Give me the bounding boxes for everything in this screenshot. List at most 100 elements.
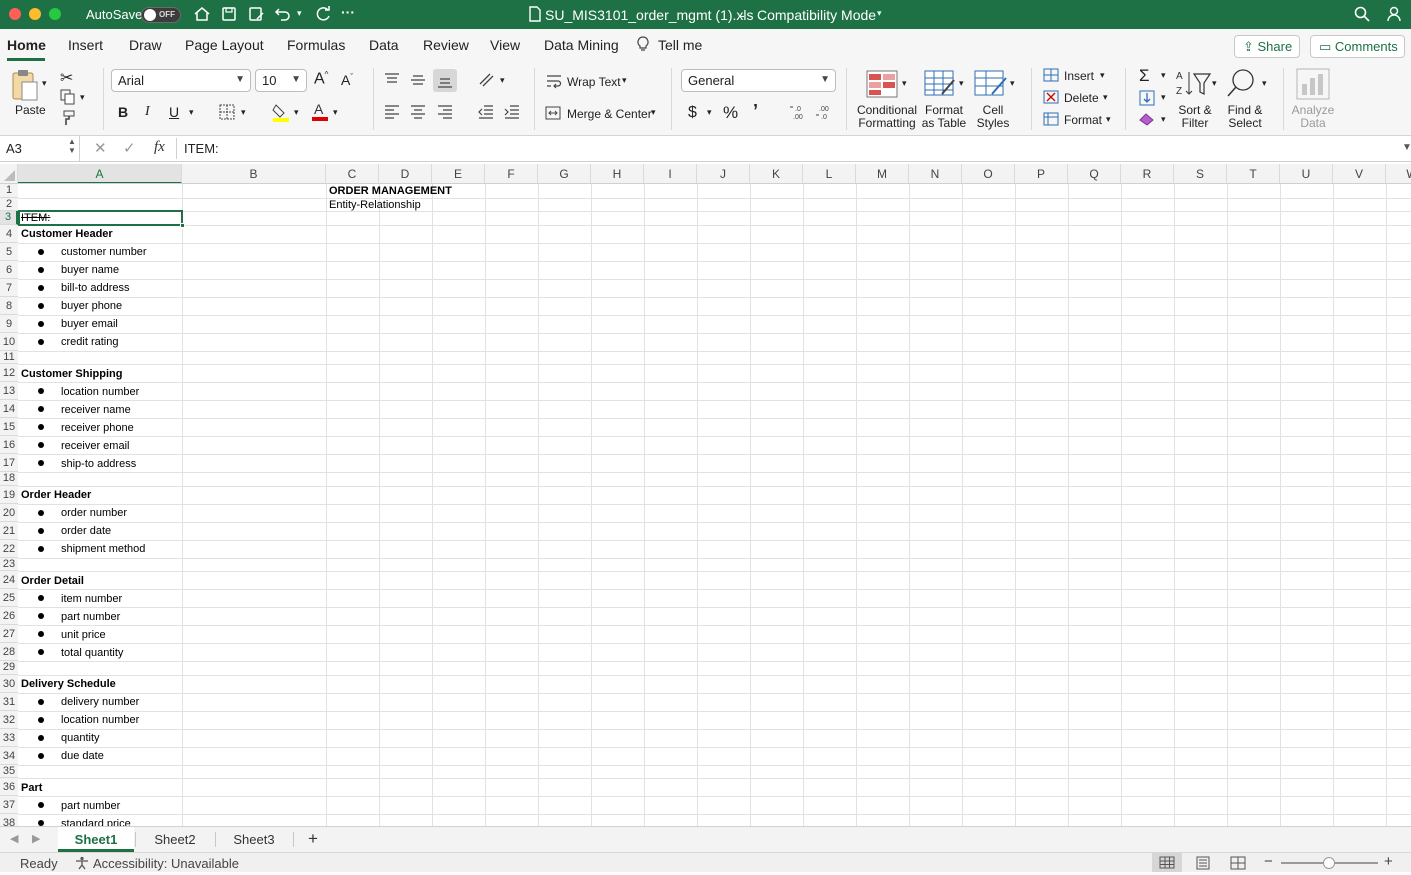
attribute-cell[interactable]: receiver name (61, 404, 131, 416)
row-header-37[interactable]: 37 (0, 796, 18, 814)
row-header-14[interactable]: 14 (0, 400, 18, 418)
increase-indent-icon[interactable] (504, 105, 520, 119)
attribute-cell[interactable]: order number (61, 507, 127, 519)
column-header-c[interactable]: C (326, 164, 379, 183)
row-header-29[interactable]: 29 (0, 661, 18, 675)
delete-cells-button[interactable]: Delete (1064, 91, 1099, 105)
formula-input[interactable]: ITEM: (184, 141, 219, 156)
bold-button[interactable]: B (118, 104, 128, 120)
format-cells-button[interactable]: Format (1064, 113, 1102, 127)
minimize-window-button[interactable] (29, 8, 41, 20)
row-header-19[interactable]: 19 (0, 485, 18, 504)
page-break-view-icon[interactable] (1230, 856, 1246, 873)
autosum-dropdown-icon[interactable]: ▾ (1161, 70, 1166, 81)
row-header-18[interactable]: 18 (0, 472, 18, 486)
undo-icon[interactable] (274, 5, 292, 23)
increase-font-icon[interactable]: A^ (314, 70, 328, 88)
borders-icon[interactable] (219, 104, 235, 120)
tab-insert[interactable]: Insert (68, 37, 103, 53)
row-header-26[interactable]: 26 (0, 607, 18, 625)
cell-c2[interactable]: Entity-Relationship (329, 199, 421, 211)
format-dropdown-icon[interactable]: ▾ (1106, 114, 1111, 125)
wrap-text-icon[interactable] (546, 73, 562, 89)
insert-cells-button[interactable]: Insert (1064, 69, 1094, 83)
column-header-u[interactable]: U (1280, 164, 1333, 183)
attribute-cell[interactable]: buyer name (61, 264, 119, 276)
clear-dropdown-icon[interactable]: ▾ (1161, 114, 1166, 125)
column-header-e[interactable]: E (432, 164, 485, 183)
comments-button[interactable]: ▭ Comments (1310, 35, 1405, 58)
wrap-text-button[interactable]: Wrap Text (567, 75, 621, 89)
attribute-cell[interactable]: location number (61, 714, 139, 726)
cell-styles-icon[interactable] (974, 70, 1008, 98)
row-header-32[interactable]: 32 (0, 710, 18, 729)
row-header-4[interactable]: 4 (0, 224, 18, 243)
row-header-28[interactable]: 28 (0, 643, 18, 661)
cell-styles-dropdown-icon[interactable]: ▾ (1010, 78, 1015, 89)
tab-formulas[interactable]: Formulas (287, 37, 345, 53)
row-header-27[interactable]: 27 (0, 625, 18, 643)
row-header-6[interactable]: 6 (0, 260, 18, 279)
analyze-data-icon[interactable] (1296, 68, 1330, 100)
column-header-h[interactable]: H (591, 164, 644, 183)
column-header-i[interactable]: I (644, 164, 697, 183)
align-top-icon[interactable] (384, 73, 400, 87)
name-box[interactable]: A3 ▲ ▼ (0, 136, 80, 161)
borders-dropdown-icon[interactable]: ▾ (241, 107, 246, 118)
row-header-16[interactable]: 16 (0, 436, 18, 454)
column-header-o[interactable]: O (962, 164, 1015, 183)
align-middle-icon[interactable] (410, 73, 426, 87)
row-header-21[interactable]: 21 (0, 521, 18, 540)
row-header-2[interactable]: 2 (0, 197, 18, 211)
percent-button[interactable]: % (723, 103, 738, 123)
font-name-select[interactable]: Arial ▼ (111, 69, 251, 92)
row-header-20[interactable]: 20 (0, 503, 18, 522)
search-icon[interactable] (1353, 5, 1371, 23)
attribute-cell[interactable]: credit rating (61, 336, 118, 348)
more-icon[interactable]: ··· (341, 4, 355, 22)
normal-view-button[interactable] (1152, 853, 1182, 872)
decrease-font-icon[interactable]: Aˇ (341, 72, 353, 88)
column-header-n[interactable]: N (909, 164, 962, 183)
orientation-icon[interactable] (478, 72, 496, 88)
decrease-indent-icon[interactable] (478, 105, 494, 119)
find-select-icon[interactable] (1226, 68, 1258, 98)
accessibility-icon[interactable] (75, 856, 89, 873)
merge-dropdown-icon[interactable]: ▾ (651, 107, 656, 118)
save-as-icon[interactable] (247, 5, 265, 23)
tab-view[interactable]: View (490, 37, 520, 53)
underline-button[interactable]: U (169, 104, 179, 120)
currency-dropdown-icon[interactable]: ▾ (707, 107, 712, 118)
italic-button[interactable]: I (145, 104, 150, 120)
attribute-cell[interactable]: shipment method (61, 543, 145, 555)
row-header-7[interactable]: 7 (0, 278, 18, 297)
row-header-31[interactable]: 31 (0, 692, 18, 711)
row-header-22[interactable]: 22 (0, 539, 18, 558)
column-header-m[interactable]: M (856, 164, 909, 183)
insert-cells-icon[interactable] (1043, 68, 1059, 82)
fill-icon[interactable] (1139, 90, 1155, 106)
expand-formula-icon[interactable]: ▼ (1402, 142, 1411, 153)
insert-dropdown-icon[interactable]: ▾ (1100, 70, 1105, 81)
comma-button[interactable]: ’ (753, 101, 758, 122)
paste-icon[interactable] (10, 68, 40, 102)
active-cell-selection[interactable] (18, 210, 183, 226)
paste-dropdown-icon[interactable]: ▾ (42, 78, 47, 89)
conditional-formatting-icon[interactable] (866, 70, 898, 98)
row-header-17[interactable]: 17 (0, 454, 18, 472)
home-icon[interactable] (193, 5, 211, 23)
fill-dropdown-icon[interactable]: ▾ (1161, 92, 1166, 103)
autosum-icon[interactable]: Σ (1139, 66, 1150, 86)
redo-icon[interactable] (314, 5, 332, 23)
row-header-8[interactable]: 8 (0, 296, 18, 315)
column-header-l[interactable]: L (803, 164, 856, 183)
save-icon[interactable] (220, 5, 238, 23)
entity-heading[interactable]: Customer Header (21, 228, 113, 240)
row-header-5[interactable]: 5 (0, 242, 18, 261)
row-header-12[interactable]: 12 (0, 364, 18, 382)
cell-grid[interactable]: 1 ORDER MANAGEMENT 2 Entity-Relationship 3 IT… (0, 184, 1411, 826)
fill-color-icon[interactable] (272, 102, 290, 122)
fill-handle[interactable] (180, 222, 185, 228)
column-header-s[interactable]: S (1174, 164, 1227, 183)
copy-dropdown-icon[interactable]: ▾ (80, 92, 85, 103)
